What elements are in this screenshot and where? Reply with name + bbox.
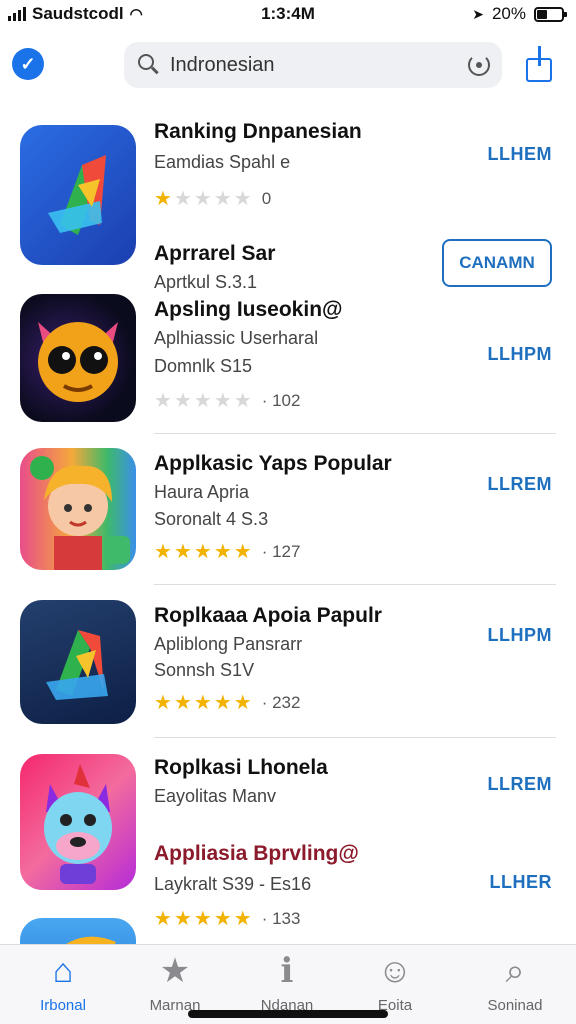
verified-check-icon[interactable]: ✓: [12, 48, 44, 80]
app-icon[interactable]: [20, 754, 136, 890]
app-subtitle: Apliblong Pansrarr: [154, 634, 303, 654]
tab-search[interactable]: ⌕ Soninad: [460, 951, 570, 1021]
app-icon[interactable]: [20, 294, 136, 422]
rating-count: · 102: [261, 390, 301, 410]
share-icon[interactable]: [524, 46, 554, 82]
star-icon: ★: [154, 692, 172, 714]
search-bar[interactable]: [124, 42, 502, 88]
star-icon: ★: [173, 692, 192, 714]
app-subtitle: Sonnsh S1V: [154, 660, 255, 680]
star-rating: ★ ★ ★ ★ ★ · 232: [154, 690, 300, 715]
chat-icon: ☺: [377, 952, 413, 990]
app-subtitle: Eamdias Spahl e: [154, 152, 291, 172]
star-rating: ★ ★ ★ ★ ★ · 102: [154, 388, 300, 413]
star-rating: ★ ★ ★ ★ ★ · 133: [154, 906, 300, 931]
divider: [154, 584, 556, 585]
star-icon: ★: [193, 908, 212, 930]
app-title[interactable]: Applkasic Yaps Popular: [154, 452, 392, 476]
app-subtitle: Soronalt 4 S.3: [154, 509, 269, 529]
app-subtitle: Aplhiassic Userharal: [154, 328, 319, 348]
get-button[interactable]: LLREM: [488, 774, 553, 795]
app-title[interactable]: Aprrarel Sar: [154, 242, 275, 266]
app-title[interactable]: Ranking Dnpanesian: [154, 120, 362, 144]
app-title[interactable]: Apsling Iuseokin@: [154, 298, 343, 322]
star-icon: ★: [159, 952, 191, 990]
app-subtitle: Eayolitas Manv: [154, 786, 277, 806]
divider: [154, 433, 556, 434]
star-icon: ★: [193, 541, 212, 563]
rating-count: 0: [261, 188, 272, 208]
battery-icon: [534, 6, 567, 22]
get-button[interactable]: CANAMN: [442, 239, 552, 287]
status-bar: Saudstcodl ◠ 1:3:4M ➤ 20%: [0, 0, 576, 30]
star-rating: ★ ★ ★ ★ ★ · 127: [154, 539, 300, 564]
star-icon: ★: [233, 692, 252, 714]
app-icon[interactable]: [20, 448, 136, 570]
star-icon: ★: [173, 390, 192, 412]
divider: [154, 737, 556, 738]
tab-label: Irbonal: [40, 997, 86, 1014]
home-icon: ⌂: [52, 952, 74, 990]
get-button[interactable]: LLHPM: [488, 625, 553, 646]
star-icon: ★: [193, 692, 212, 714]
app-icon[interactable]: [20, 125, 136, 265]
get-button[interactable]: LLHPM: [488, 344, 553, 365]
star-icon: ★: [213, 541, 232, 563]
star-icon: ★: [193, 390, 212, 412]
location-icon: ➤: [472, 5, 484, 22]
rating-count: · 133: [261, 908, 301, 928]
app-icon[interactable]: [20, 600, 136, 724]
star-icon: ★: [213, 692, 232, 714]
tab-label: Soninad: [487, 997, 543, 1014]
star-icon: ★: [233, 541, 252, 563]
app-subtitle: Domnlk S15: [154, 356, 253, 376]
get-button[interactable]: LLHEM: [488, 144, 553, 165]
star-icon: ★: [173, 188, 192, 210]
app-subtitle: Laykralt S39 - Es16: [154, 874, 312, 894]
rating-count: · 127: [261, 541, 301, 561]
search-input[interactable]: [170, 53, 460, 77]
star-icon: ★: [173, 541, 192, 563]
tab-home[interactable]: ⌂ Irbonal: [8, 951, 118, 1021]
star-icon: ★: [154, 390, 172, 412]
star-icon: ★: [233, 390, 252, 412]
status-right: ➤ 20%: [472, 4, 567, 24]
app-subtitle: Aprtkul S.3.1: [154, 272, 258, 292]
star-icon: ★: [154, 541, 172, 563]
star-icon: ★: [193, 188, 212, 210]
star-icon: ★: [233, 908, 252, 930]
star-icon: ★: [213, 390, 232, 412]
star-icon: ★: [213, 908, 232, 930]
get-button[interactable]: LLREM: [488, 474, 553, 495]
star-icon: ★: [213, 188, 232, 210]
app-title[interactable]: Roplkaaa Apoia Papulr: [154, 604, 382, 628]
app-title[interactable]: Roplkasi Lhonela: [154, 756, 328, 780]
refresh-icon[interactable]: [468, 54, 490, 76]
app-title[interactable]: Appliasia Bprvling@: [154, 842, 359, 866]
info-icon: ℹ: [280, 952, 294, 990]
star-icon: ★: [154, 908, 172, 930]
star-rating: ★ ★ ★ ★ ★ 0: [154, 186, 271, 211]
search-icon: [138, 54, 160, 76]
star-icon: ★: [154, 188, 172, 210]
rating-count: · 232: [261, 692, 301, 712]
search-icon: ⌕: [505, 952, 525, 990]
battery-percent: 20%: [491, 4, 526, 23]
get-button[interactable]: LLHER: [490, 872, 553, 893]
top-bar: ✓: [0, 40, 576, 90]
star-icon: ★: [233, 188, 252, 210]
home-indicator: [188, 1010, 388, 1018]
app-subtitle: Haura Apria: [154, 482, 250, 502]
star-icon: ★: [173, 908, 192, 930]
